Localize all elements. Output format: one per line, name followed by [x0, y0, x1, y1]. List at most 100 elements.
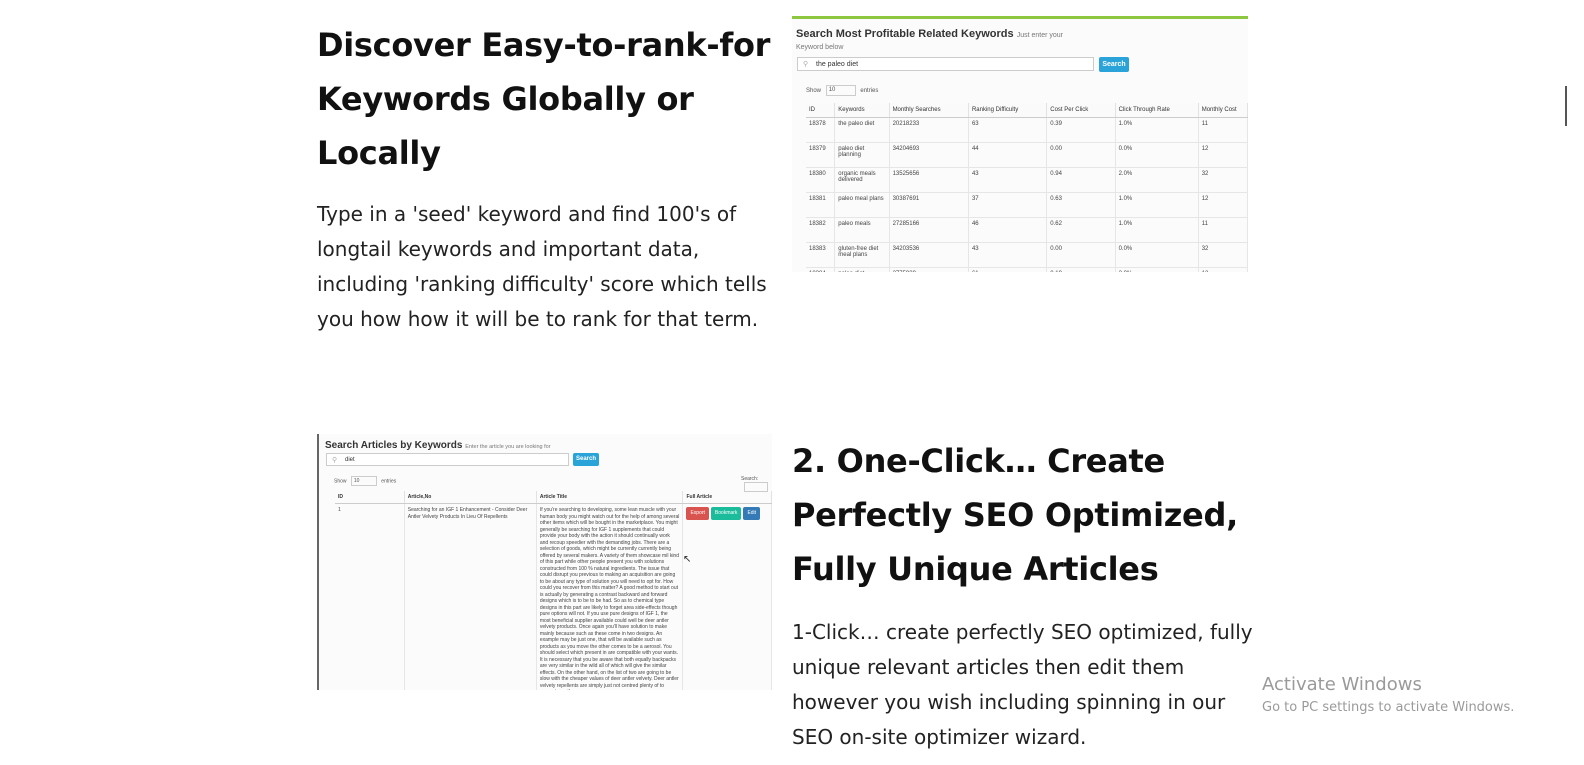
entries-select: 10: [350, 476, 377, 486]
screenshot-hint: Enter the article you are looking for: [465, 444, 551, 450]
table-cell: 37: [968, 192, 1048, 218]
column-header: Article Title: [536, 491, 684, 504]
table-cell: 12: [1198, 192, 1248, 218]
entries-select: 10: [825, 85, 856, 96]
keyword-search-value: the paleo diet: [816, 61, 859, 68]
table-cell: 0.00: [1046, 242, 1116, 268]
articles-table: ID Article,No Article Title Full Article 1 …: [335, 491, 772, 690]
edit-button: Edit: [743, 507, 761, 520]
table-cell: 2.0%: [1115, 267, 1199, 272]
table-cell: 0.0%: [1115, 242, 1199, 268]
search-button: Search: [573, 453, 599, 466]
table-cell: 34204693: [889, 142, 969, 168]
section1-heading: Discover Easy-to-rank-for Keywords Globa…: [317, 26, 771, 172]
screenshot-title: Search Articles by Keywords Enter the ar…: [325, 440, 551, 451]
scrollbar[interactable]: [1565, 86, 1567, 126]
article-search-value: diet: [345, 457, 355, 463]
table-cell: 43: [968, 167, 1048, 193]
table-cell: paleo diet planning: [834, 142, 890, 168]
table-cell: 44: [968, 142, 1048, 168]
show-label: Show: [806, 88, 822, 95]
column-header: ID: [335, 491, 405, 504]
table-cell: 18379: [806, 142, 836, 168]
table-cell: paleo meals: [834, 217, 890, 243]
table-cell: 32: [1198, 242, 1248, 268]
table-cell: 18384: [806, 267, 836, 272]
table-cell: 1.0%: [1115, 117, 1199, 143]
article-title: If you're searching to developing, some …: [536, 503, 684, 690]
table-cell: organic meals delivered: [834, 167, 890, 193]
table-cell: 13525656: [889, 167, 969, 193]
entries-label: entries: [860, 88, 879, 95]
table-row: 18384paleo diet2775939610.192.0%12: [806, 267, 1248, 272]
table-cell: 0.62: [1046, 217, 1116, 243]
table-cell: 0.39: [1046, 117, 1116, 143]
column-header: Keywords: [834, 103, 890, 118]
table-cell: 61: [968, 267, 1048, 272]
table-row: 18380 organic meals delivered 13525656 43 0.…: [806, 167, 1248, 193]
column-header: Article,No: [404, 491, 537, 504]
table-row: 18382 paleo meals 27285166 46 0.62 1.0% 11: [806, 217, 1248, 243]
section2-heading: 2. One-Click… Create Perfectly SEO Optim…: [792, 442, 1238, 588]
table-cell: gluten-free diet meal plans: [834, 242, 890, 268]
table-cell: 11: [1198, 217, 1248, 243]
table-cell: the paleo diet: [834, 117, 890, 143]
keyword-search-input: ⚲ the paleo diet: [797, 57, 1094, 71]
table-row: 18378 the paleo diet 20218233 63 0.39 1.0% 11: [806, 117, 1248, 143]
column-header: ID: [806, 103, 836, 118]
keywords-table: ID Keywords Monthly Searches Ranking Diffic…: [806, 103, 1248, 272]
table-cell: 18383: [806, 242, 836, 268]
table-cell: 0.19: [1046, 267, 1116, 272]
table-search: Search:: [741, 476, 772, 492]
table-cell: 12: [1198, 267, 1248, 272]
screenshot-title-text: Search Most Profitable Related Keywords: [796, 28, 1014, 40]
entries-label: entries: [381, 478, 397, 485]
activate-windows-subtitle: Go to PC settings to activate Windows.: [1262, 700, 1515, 715]
table-cell: 0.00: [1046, 142, 1116, 168]
table-cell: 30387691: [889, 192, 969, 218]
table-row: 18381 paleo meal plans 30387691 37 0.63 1.0% 1…: [806, 192, 1248, 218]
table-cell: 1.0%: [1115, 217, 1199, 243]
column-header: Click Through Rate: [1115, 103, 1199, 118]
table-cell: 43: [968, 242, 1048, 268]
article-actions: Export Bookmark Edit: [682, 503, 772, 690]
screenshot-hint: Just enter your: [1016, 32, 1063, 39]
show-entries: Show 10 entries: [806, 85, 878, 96]
table-cell: 27285166: [889, 217, 969, 243]
column-header: Monthly Cost: [1198, 103, 1248, 118]
bookmark-button: Bookmark: [710, 507, 742, 520]
show-label: Show: [334, 478, 347, 485]
table-cell: 18382: [806, 217, 836, 243]
table-cell: 0.94: [1046, 167, 1116, 193]
table-cell: 1.0%: [1115, 192, 1199, 218]
search-button: Search: [1099, 57, 1129, 72]
table-cell: 2775939: [889, 267, 969, 272]
activate-windows-title: Activate Windows: [1262, 674, 1422, 695]
show-entries: Show 10 entries: [334, 476, 396, 486]
table-cell: 34203536: [889, 242, 969, 268]
table-cell: 0.0%: [1115, 142, 1199, 168]
table-cell: 18381: [806, 192, 836, 218]
table-cell: 18378: [806, 117, 836, 143]
table-row: 18383 gluten-free diet meal plans 34203536…: [806, 242, 1248, 268]
export-button: Export: [686, 507, 709, 520]
table-cell: 46: [968, 217, 1048, 243]
column-header: Full Article: [682, 491, 772, 504]
section1-text: Type in a 'seed' keyword and find 100's …: [317, 202, 767, 331]
table-cell: 0.63: [1046, 192, 1116, 218]
screenshot-title: Search Most Profitable Related Keywords …: [796, 28, 1063, 40]
table-cell: 11: [1198, 117, 1248, 143]
table-cell: 32: [1198, 167, 1248, 193]
screenshot-hint-2: Keyword below: [796, 44, 844, 51]
keyword-tool-screenshot: Search Most Profitable Related Keywords …: [792, 16, 1248, 272]
article-no: Searching for an IGF 1 Enhancement - Con…: [404, 503, 537, 690]
article-tool-screenshot: Search Articles by Keywords Enter the ar…: [317, 434, 772, 690]
section2-text: 1-Click… create perfectly SEO optimized,…: [792, 620, 1253, 749]
table-row: 1 Searching for an IGF 1 Enhancement - C…: [335, 503, 772, 690]
column-header: Cost Per Click: [1046, 103, 1116, 118]
table-cell: paleo diet: [834, 267, 890, 272]
search-icon: ⚲: [332, 457, 338, 464]
table-cell: paleo meal plans: [834, 192, 890, 218]
screenshot-title-text: Search Articles by Keywords: [325, 440, 463, 451]
search-icon: ⚲: [803, 61, 809, 68]
